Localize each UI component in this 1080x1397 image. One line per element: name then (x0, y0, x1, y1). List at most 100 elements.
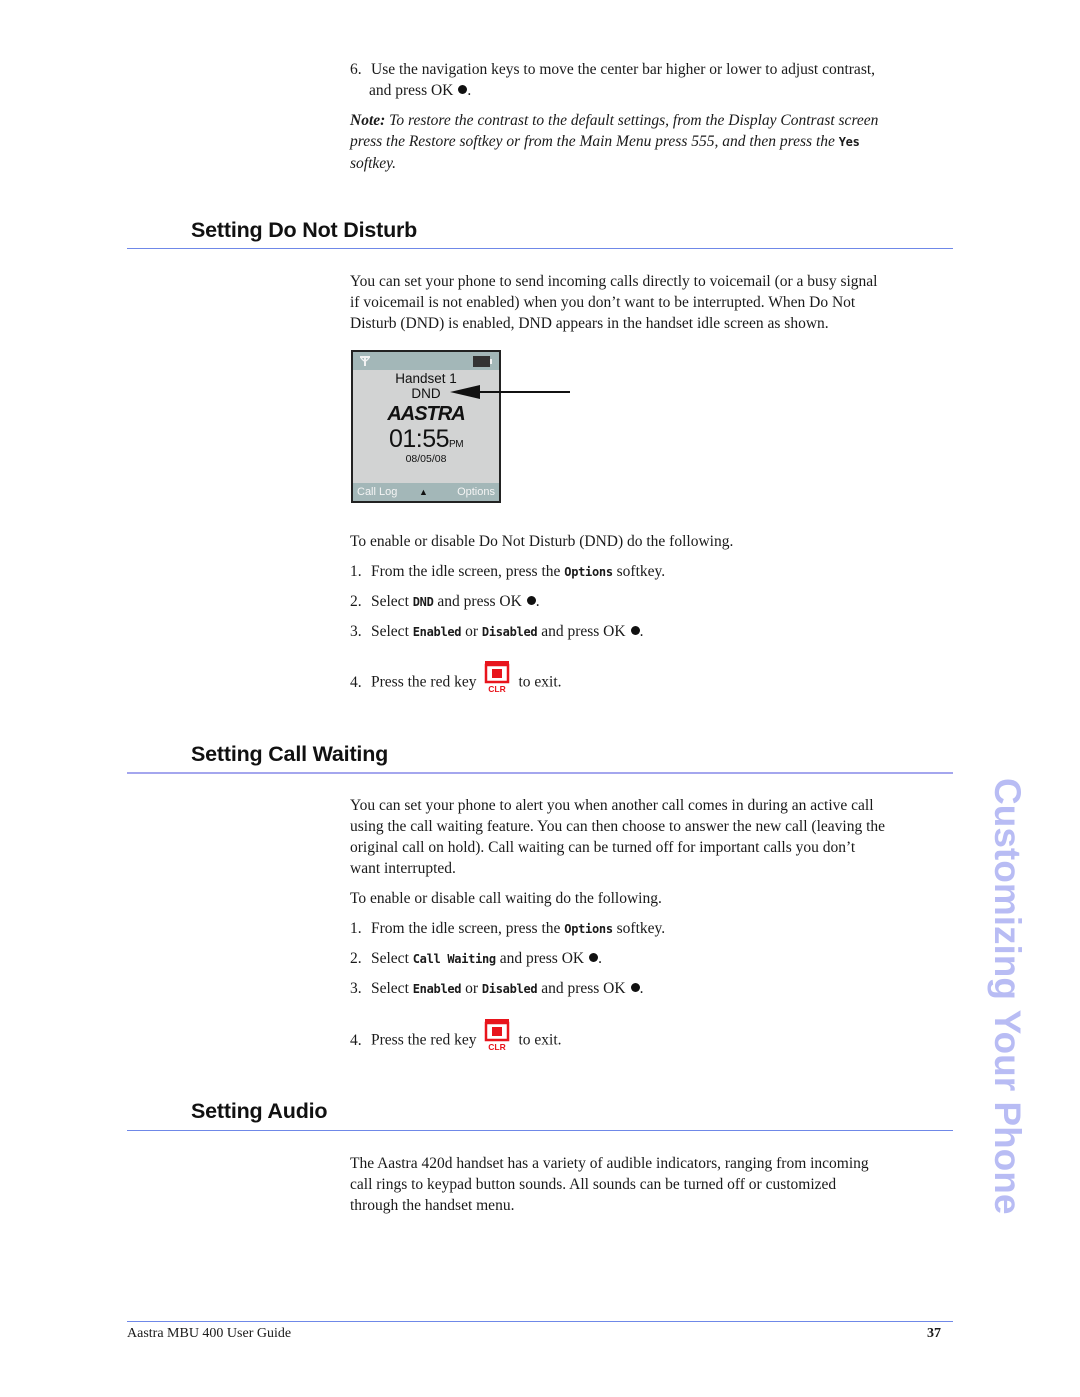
chapter-title: Customizing Your Phone (987, 778, 1028, 1215)
step-text: From the idle screen, press the (371, 920, 561, 937)
ok-button-icon (526, 596, 536, 605)
step-text: Select (371, 980, 409, 997)
step-text: and press OK (437, 593, 522, 610)
paragraph-line: Disturb (DND) is enabled, DND appears in… (350, 315, 829, 332)
note-text: softkey. (350, 155, 397, 172)
step-text: softkey. (616, 563, 666, 580)
clr-red-key-icon: CLR (485, 1019, 510, 1051)
softkey-bar: Call Log ▲ Options (353, 483, 499, 501)
footer-guide-title: Aastra MBU 400 User Guide (127, 1326, 292, 1341)
note-text: press the Restore softkey or from the Ma… (350, 133, 835, 150)
menu-item-label: Call Waiting (412, 952, 496, 966)
ok-button-icon (458, 85, 468, 94)
contrast-note: Note: To restore the contrast to the def… (350, 110, 960, 174)
dnd-step-4: 4. Press the red key CLR to exit. (350, 661, 562, 699)
softkey-label: Options (564, 922, 613, 936)
option-label: Enabled (412, 982, 462, 996)
step-text: or (465, 623, 479, 640)
aastra-logo: AASTRA (387, 403, 465, 425)
step-number: 6. (350, 61, 362, 78)
step-number: 2. (350, 950, 362, 967)
paragraph-line: call rings to keypad button sounds. All … (350, 1176, 837, 1193)
dnd-step-2: 2. Select DND and press OK. (350, 593, 540, 610)
page-number: 37 (927, 1326, 941, 1341)
intro-step-6-cont: and press OK. (369, 82, 472, 99)
step-text: Select (371, 950, 409, 967)
section-heading-dnd: Setting Do Not Disturb (191, 218, 418, 242)
dnd-step-3: 3. Select Enabled or Disabled and press O… (350, 623, 644, 640)
battery-icon (473, 356, 492, 367)
step-text: Select (371, 623, 409, 640)
paragraph-line: using the call waiting feature. You can … (350, 818, 886, 835)
clock-ampm: PM (449, 439, 464, 450)
paragraph-line: The Aastra 420d handset has a variety of… (350, 1155, 869, 1172)
step-text: Press the red key (371, 1031, 477, 1049)
step-text: Press the red key (371, 673, 477, 691)
step-number: 4. (350, 673, 362, 691)
step-number: 2. (350, 593, 362, 610)
callout-arrow-icon (450, 385, 570, 399)
dnd-step-1: 1. From the idle screen, press the Option… (350, 561, 665, 583)
section-heading-audio: Setting Audio (191, 1099, 328, 1123)
step-text: Select (371, 593, 409, 610)
ok-button-icon (630, 626, 640, 635)
heading-rule (127, 772, 953, 774)
handset-idle-screen: Handset 1 DND AASTRA 01:55PM 08/05/08 Ca… (351, 350, 501, 503)
call-waiting-steps-lead: To enable or disable call waiting do the… (350, 890, 662, 907)
call-waiting-description: You can set your phone to alert you when… (350, 795, 960, 879)
call-waiting-step-4: 4. Press the red key CLR to exit. (350, 1019, 562, 1057)
dnd-steps-lead: To enable or disable Do Not Disturb (DND… (350, 533, 734, 550)
section-heading-call-waiting: Setting Call Waiting (191, 742, 389, 766)
step-number: 3. (350, 623, 362, 640)
antenna-signal-icon (360, 356, 370, 366)
option-label: Disabled (481, 982, 538, 996)
note-label: Note: (350, 112, 386, 129)
step-text: and press OK (499, 950, 585, 967)
softkey-label: Options (564, 565, 613, 579)
option-label: Enabled (412, 625, 462, 639)
menu-item-label: DND (412, 595, 434, 609)
dnd-description: You can set your phone to send incoming … (350, 271, 960, 334)
paragraph-line: through the handset menu. (350, 1197, 515, 1214)
intro-step-6: 6. Use the navigation keys to move the ce… (350, 59, 875, 80)
call-waiting-step-1: 1. From the idle screen, press the Option… (350, 918, 665, 940)
clock-time: 01:55 (388, 425, 450, 453)
step-text: and press OK (541, 623, 626, 640)
up-arrow-icon: ▲ (419, 487, 428, 497)
call-waiting-step-2: 2. Select Call Waiting and press OK. (350, 950, 602, 967)
step-text: to exit. (518, 673, 562, 691)
chapter-side-tab: Customizing Your Phone (985, 778, 1029, 1270)
step-number: 4. (350, 1031, 362, 1049)
status-bar (353, 352, 499, 370)
step-text: and press OK (369, 82, 454, 99)
clr-label: CLR (489, 684, 506, 693)
softkey-call-log[interactable]: Call Log (357, 483, 397, 501)
note-text: To restore the contrast to the default s… (389, 112, 879, 129)
yes-softkey-label: Yes (838, 135, 860, 149)
step-text: From the idle screen, press the (371, 563, 561, 580)
ok-button-icon (630, 983, 640, 992)
step-number: 1. (350, 563, 362, 580)
step-text: to exit. (518, 1031, 562, 1049)
paragraph-line: You can set your phone to alert you when… (350, 797, 874, 814)
heading-rule (127, 1130, 953, 1131)
step-text: softkey. (616, 920, 666, 937)
step-number: 3. (350, 980, 362, 997)
step-number: 1. (350, 920, 362, 937)
footer-rule (127, 1321, 953, 1322)
heading-rule (127, 248, 953, 249)
step-text: Use the navigation keys to move the cent… (371, 61, 876, 78)
audio-description: The Aastra 420d handset has a variety of… (350, 1153, 960, 1216)
clock-display: 01:55PM (353, 425, 499, 454)
softkey-options[interactable]: Options (457, 483, 495, 501)
clr-label: CLR (489, 1042, 506, 1051)
call-waiting-step-3: 3. Select Enabled or Disabled and press O… (350, 980, 644, 997)
paragraph-line: want interrupted. (350, 860, 456, 877)
clr-red-key-icon: CLR (485, 661, 510, 693)
ok-button-icon (589, 953, 599, 962)
date-display: 08/05/08 (405, 453, 447, 465)
paragraph-line: original call on hold). Call waiting can… (350, 839, 856, 856)
paragraph-line: if voicemail is not enabled) when you do… (350, 294, 856, 311)
step-text: or (465, 980, 479, 997)
paragraph-line: You can set your phone to send incoming … (350, 273, 878, 290)
